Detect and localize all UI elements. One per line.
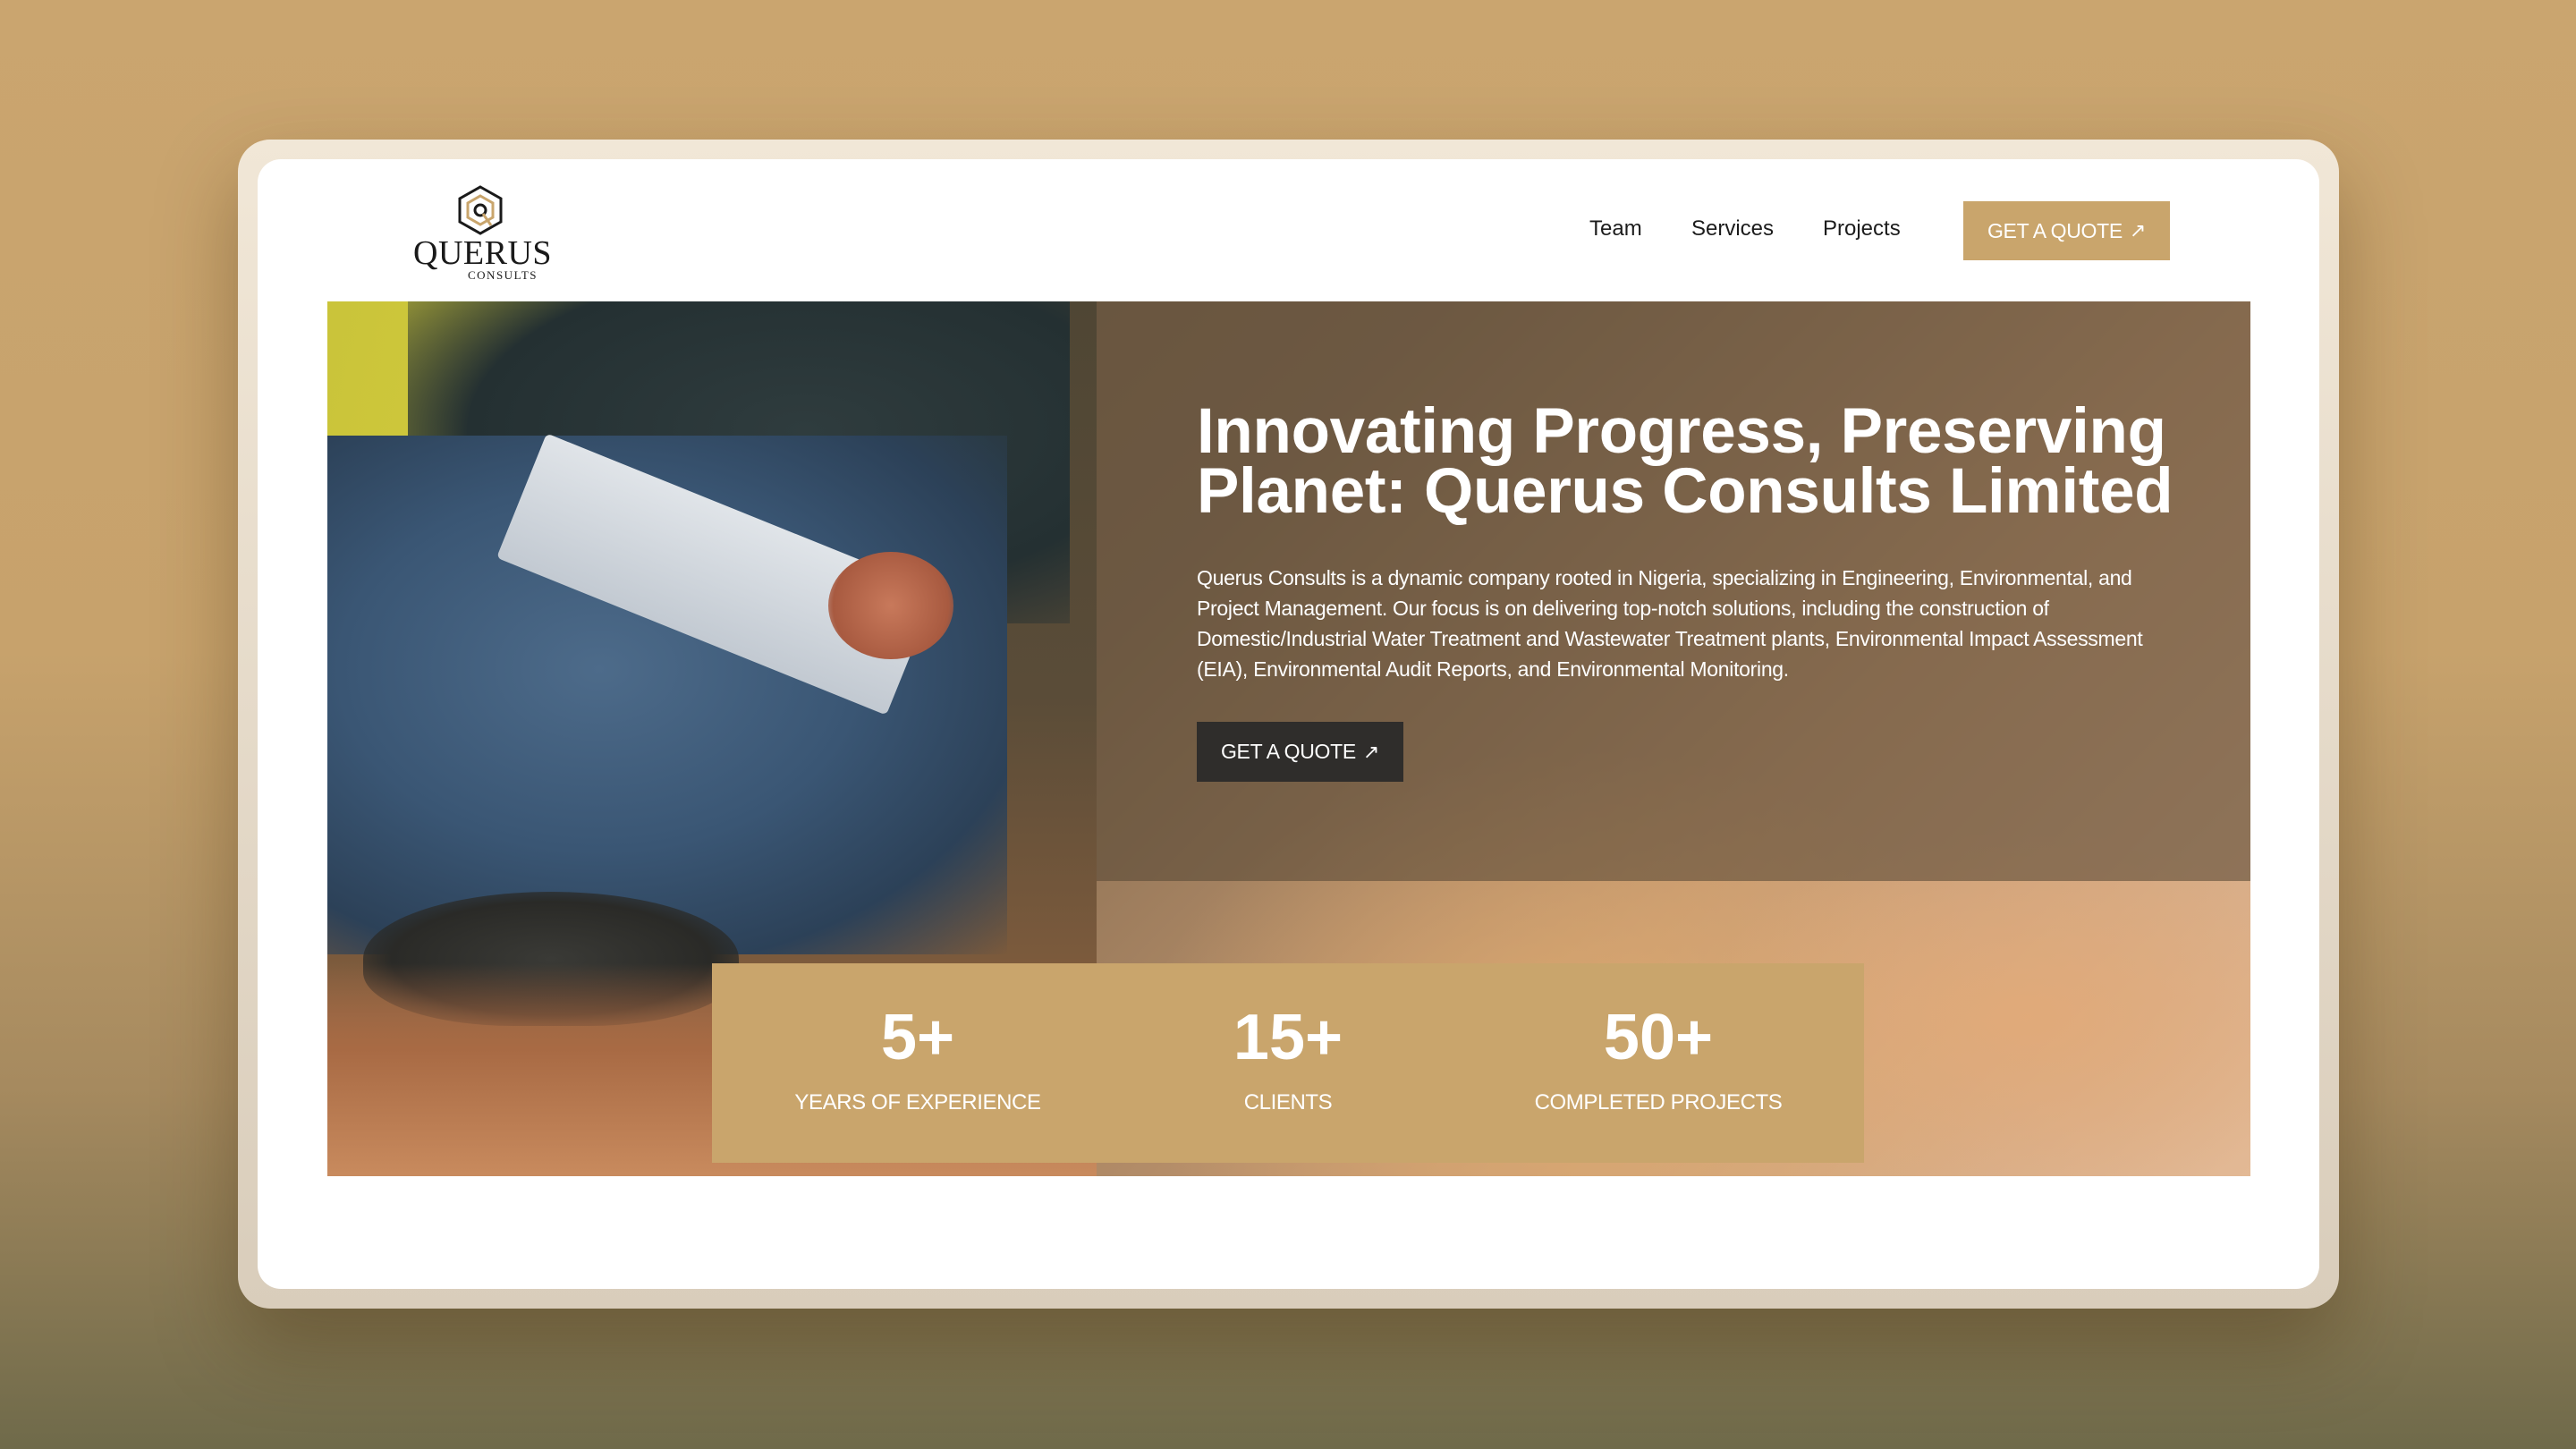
stats-panel: 5+ YEARS OF EXPERIENCE 15+ CLIENTS 50+ C… — [712, 963, 1864, 1163]
hero-description: Querus Consults is a dynamic company roo… — [1197, 566, 2143, 681]
get-quote-button-header[interactable]: GET A QUOTE ↗ — [1963, 201, 2170, 260]
get-quote-button-hero[interactable]: GET A QUOTE ↗ — [1197, 722, 1403, 782]
photo-hand — [828, 552, 953, 659]
arrow-up-right-icon: ↗ — [2129, 219, 2147, 242]
stat-clients: 15+ CLIENTS — [1109, 963, 1467, 1163]
stat-value: 5+ — [880, 1002, 955, 1073]
get-quote-hero-label: GET A QUOTE — [1220, 740, 1356, 763]
stat-value: 50+ — [1603, 1002, 1714, 1073]
hero-title: Innovating Progress, Preserving Planet: … — [1197, 396, 2174, 527]
logo-mark-icon — [458, 185, 503, 235]
get-quote-label: GET A QUOTE — [1987, 218, 2123, 242]
stat-label: COMPLETED PROJECTS — [1534, 1090, 1783, 1114]
logo[interactable]: QUERUS CONSULTS — [413, 184, 553, 282]
nav-link-projects[interactable]: Projects — [1823, 216, 1901, 242]
nav-link-services[interactable]: Services — [1691, 216, 1774, 242]
browser-window: QUERUS CONSULTS Team Services Projects G… — [258, 159, 2319, 1289]
nav-link-team[interactable]: Team — [1589, 216, 1642, 242]
hero-section: Innovating Progress, Preserving Planet: … — [327, 301, 2250, 1176]
stat-label: YEARS OF EXPERIENCE — [794, 1090, 1041, 1114]
arrow-up-right-icon: ↗ — [1362, 740, 1380, 763]
stat-label: CLIENTS — [1243, 1090, 1333, 1114]
stat-projects: 50+ COMPLETED PROJECTS — [1479, 963, 1837, 1163]
stat-value: 15+ — [1233, 1002, 1343, 1073]
stat-years: 5+ YEARS OF EXPERIENCE — [739, 963, 1097, 1163]
logo-subtitle: CONSULTS — [468, 268, 538, 282]
logo-wordmark: QUERUS — [413, 234, 553, 272]
